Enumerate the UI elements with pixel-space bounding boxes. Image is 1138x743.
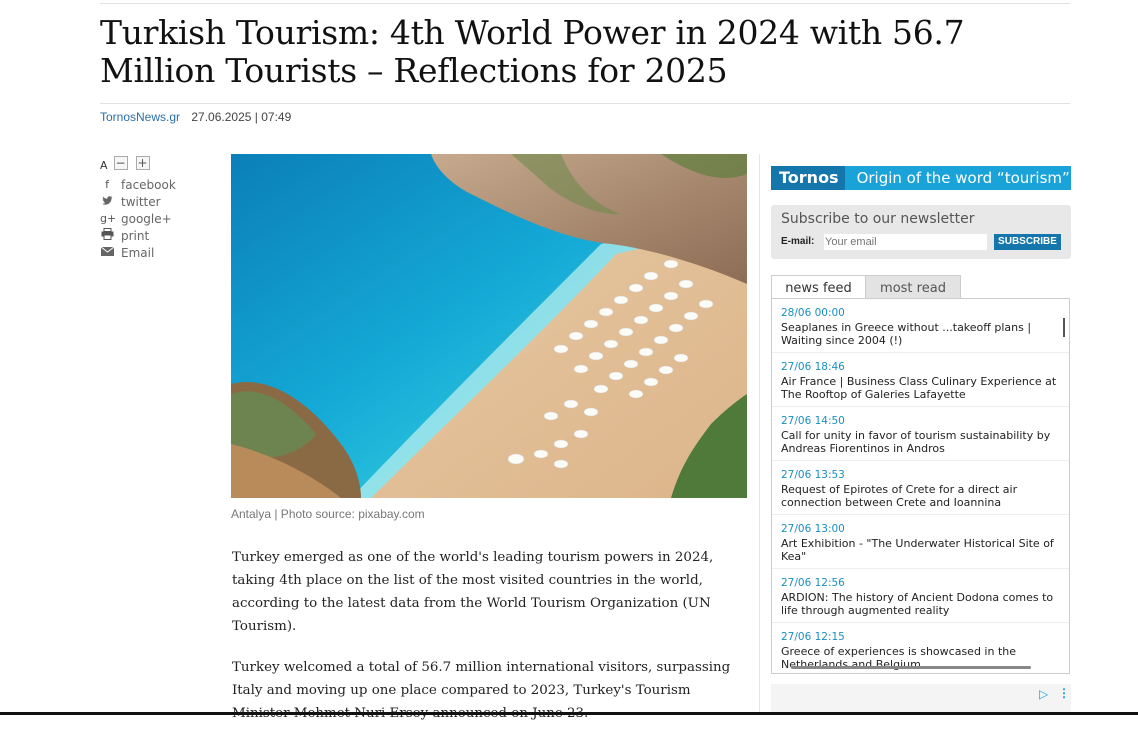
tornos-tagline: Origin of the word “tourism”: [856, 169, 1070, 187]
share-facebook[interactable]: f facebook: [100, 176, 210, 193]
image-caption: Antalya | Photo source: pixabay.com: [231, 507, 425, 521]
article-title: Turkish Tourism: 4th World Power in 2024…: [100, 13, 965, 90]
title-divider: [100, 103, 1070, 104]
email-icon: [100, 246, 114, 259]
font-increase-button[interactable]: +: [135, 156, 150, 170]
share-email[interactable]: Email: [100, 244, 210, 261]
ad-slot[interactable]: ▷ ⋮: [771, 684, 1071, 715]
list-item[interactable]: 27/06 14:50 Call for unity in favor of t…: [772, 407, 1069, 461]
feed-headline[interactable]: Art Exhibition - "The Underwater Histori…: [781, 537, 1063, 563]
source-link[interactable]: TornosNews.gr: [100, 110, 180, 124]
tab-most-read[interactable]: most read: [866, 275, 961, 299]
feed-headline[interactable]: Call for unity in favor of tourism susta…: [781, 429, 1063, 455]
feed-time: 27/06 12:56: [781, 577, 845, 589]
tornos-banner[interactable]: Tornos Origin of the word “tourism”: [771, 166, 1071, 190]
article-paragraph: Turkey emerged as one of the world's lea…: [232, 550, 714, 634]
feed-headline[interactable]: Seaplanes in Greece without ...takeoff p…: [781, 321, 1063, 347]
tornos-brand: Tornos: [771, 166, 845, 190]
feed-tabs: news feed most read: [771, 275, 1071, 299]
article-tools: A − + f facebook twitter g+ google+ prin…: [100, 154, 210, 261]
feed-time: 27/06 13:00: [781, 523, 845, 535]
tab-news-feed[interactable]: news feed: [771, 275, 866, 299]
share-label: twitter: [121, 194, 161, 209]
facebook-icon: f: [105, 178, 109, 191]
twitter-icon: [100, 195, 114, 208]
ad-menu-icon[interactable]: ⋮: [1058, 686, 1070, 700]
feed-time: 27/06 13:53: [781, 469, 845, 481]
feed-time: 28/06 00:00: [781, 307, 845, 319]
share-label: facebook: [121, 177, 176, 192]
font-size-label: A: [100, 158, 108, 172]
article-hero-image: [231, 154, 747, 498]
font-decrease-button[interactable]: −: [113, 156, 128, 170]
share-google-plus[interactable]: g+ google+: [100, 210, 210, 227]
font-size-controls: A − +: [100, 154, 210, 172]
list-item[interactable]: 27/06 13:53 Request of Epirotes of Crete…: [772, 461, 1069, 515]
feed-time: 27/06 18:46: [781, 361, 845, 373]
feed-headline[interactable]: Air France | Business Class Culinary Exp…: [781, 375, 1063, 401]
top-divider: [100, 3, 1070, 4]
list-item[interactable]: 27/06 13:00 Art Exhibition - "The Underw…: [772, 515, 1069, 569]
list-item[interactable]: 28/06 00:00 Seaplanes in Greece without …: [772, 299, 1069, 353]
share-twitter[interactable]: twitter: [100, 193, 210, 210]
share-label: google+: [121, 211, 172, 226]
share-print[interactable]: print: [100, 227, 210, 244]
feed-horizontal-scrollbar[interactable]: [791, 666, 1031, 669]
sidebar-divider: [759, 154, 760, 715]
byline: TornosNews.gr 27.06.2025 | 07:49: [100, 110, 291, 124]
newsletter-box: Subscribe to our newsletter E-mail: SUBS…: [771, 205, 1071, 259]
google-plus-icon: g+: [100, 212, 117, 225]
adchoices-icon[interactable]: ▷: [1039, 687, 1048, 701]
feed-headline[interactable]: Request of Epirotes of Crete for a direc…: [781, 483, 1063, 509]
share-label: print: [121, 228, 150, 243]
list-item[interactable]: 27/06 12:56 ARDION: The history of Ancie…: [772, 569, 1069, 623]
list-item[interactable]: 27/06 18:46 Air France | Business Class …: [772, 353, 1069, 407]
email-label: E-mail:: [781, 236, 815, 247]
publish-datetime: 27.06.2025 | 07:49: [191, 110, 292, 124]
feed-headline[interactable]: ARDION: The history of Ancient Dodona co…: [781, 591, 1063, 617]
subscribe-button[interactable]: SUBSCRIBE: [994, 234, 1061, 250]
email-field[interactable]: [824, 234, 987, 250]
feed-scrollbar[interactable]: [1063, 318, 1065, 337]
newsletter-title: Subscribe to our newsletter: [781, 211, 975, 227]
feed-time: 27/06 14:50: [781, 415, 845, 427]
news-feed-list[interactable]: 28/06 00:00 Seaplanes in Greece without …: [771, 298, 1070, 674]
feed-time: 27/06 12:15: [781, 631, 845, 643]
print-icon: [100, 228, 114, 243]
share-label: Email: [121, 245, 155, 260]
